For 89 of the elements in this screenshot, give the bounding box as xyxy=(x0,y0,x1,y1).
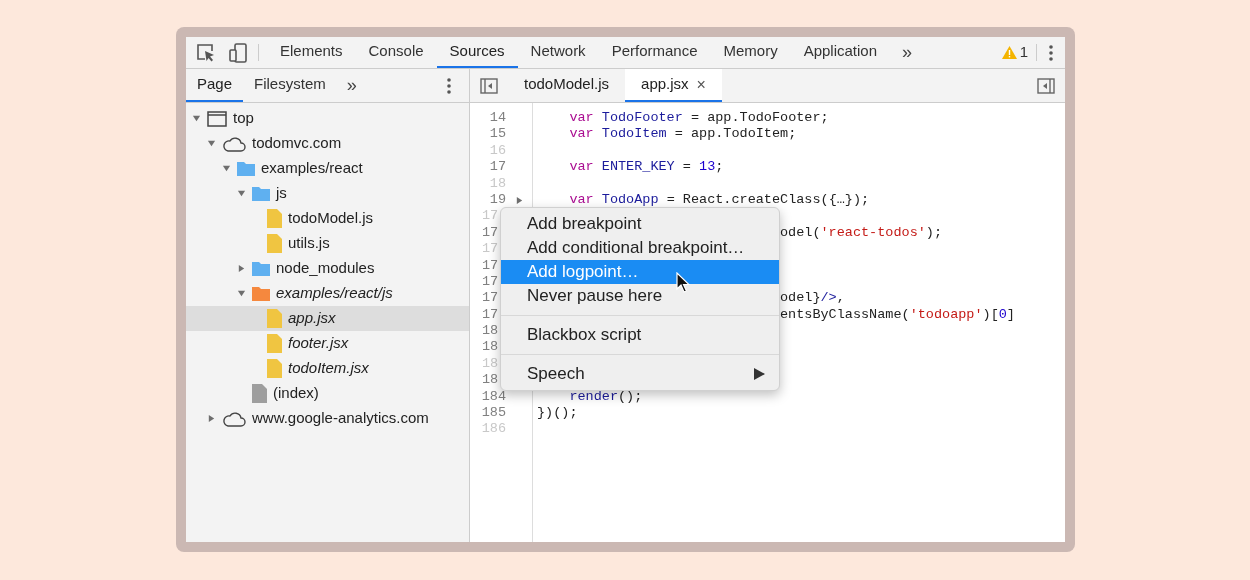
expand-arrow-icon[interactable] xyxy=(237,289,246,298)
expand-arrow-icon[interactable] xyxy=(222,164,231,173)
code-line: entsByClassName('todoapp')[0] xyxy=(780,306,1015,324)
code-line: })(); xyxy=(537,405,578,422)
inspect-icon[interactable] xyxy=(196,42,216,63)
expand-arrow-icon[interactable] xyxy=(207,414,216,423)
line-number: 17 xyxy=(482,290,499,307)
tree-label: top xyxy=(233,108,254,129)
panel-tab[interactable]: Console xyxy=(355,37,437,68)
tree-item[interactable]: todoItem.jsx xyxy=(186,356,469,381)
line-number: 18 xyxy=(482,372,499,389)
tree-item[interactable]: (index) xyxy=(186,381,469,406)
panel-tab[interactable]: Performance xyxy=(598,37,711,68)
tree-item[interactable]: js xyxy=(186,181,469,206)
line-number: 17 xyxy=(482,273,499,291)
tree-item[interactable]: www.google-analytics.com xyxy=(186,406,469,431)
tree-label: utils.js xyxy=(288,233,330,254)
code-line: odel}/>, xyxy=(780,290,845,307)
panel-tab[interactable]: Elements xyxy=(267,37,356,68)
menu-item[interactable]: Add conditional breakpoint… xyxy=(501,236,779,260)
expand-arrow-icon[interactable] xyxy=(207,139,216,148)
line-number: 17 xyxy=(482,257,499,274)
tree-label: examples/react/js xyxy=(276,283,393,304)
file-tab[interactable]: todoModel.js xyxy=(508,69,626,102)
tree-label: node_modules xyxy=(276,258,375,279)
code-line: var TodoApp = React.createClass({…}); xyxy=(568,191,870,209)
code-line: var ENTER_KEY = 13; xyxy=(568,159,724,176)
window-icon xyxy=(207,110,227,127)
code-line: var TodoFooter = app.TodoFooter; xyxy=(568,110,829,127)
cloud-icon xyxy=(222,135,246,152)
close-button[interactable]: × xyxy=(696,72,706,97)
line-number: 15 xyxy=(489,126,506,143)
tree-label: footer.jsx xyxy=(288,333,349,354)
tree-label: examples/react xyxy=(261,158,363,179)
line-number: 14 xyxy=(489,110,506,127)
line-number: 19 xyxy=(489,191,506,209)
code-line: render(); xyxy=(568,388,643,406)
line-number: 17 xyxy=(482,224,499,242)
tree-item[interactable]: examples/react xyxy=(186,156,469,181)
tab-label[interactable]: app.jsx xyxy=(641,73,689,96)
tree-label: www.google-analytics.com xyxy=(252,408,429,429)
line-number: 17 xyxy=(482,306,499,324)
tree-item[interactable]: examples/react/js xyxy=(186,281,469,306)
tree-label: todoItem.jsx xyxy=(288,358,369,379)
tree-item[interactable]: top xyxy=(186,106,469,131)
expand-arrow-icon[interactable] xyxy=(237,189,246,198)
panel-tab[interactable]: Application xyxy=(790,37,891,68)
expand-arrow-icon[interactable] xyxy=(192,114,201,123)
tree-item[interactable]: footer.jsx xyxy=(186,331,469,356)
line-number: 18 xyxy=(482,323,499,340)
more-tabs-button[interactable]: » xyxy=(336,69,367,102)
tree-label: js xyxy=(276,183,287,204)
tab-label[interactable]: todoModel.js xyxy=(524,73,610,96)
warning-count: 1 xyxy=(1019,42,1028,63)
menu-item[interactable]: Never pause here xyxy=(501,284,779,308)
expand-arrow-icon[interactable] xyxy=(237,264,246,273)
tree-item[interactable]: todoModel.js xyxy=(186,206,469,231)
line-number: 185 xyxy=(481,405,506,422)
submenu-arrow-icon xyxy=(754,368,765,380)
code-line: var TodoItem = app.TodoItem; xyxy=(568,126,797,143)
tree-item[interactable]: node_modules xyxy=(186,256,469,281)
tree-item[interactable]: app.jsx xyxy=(186,306,469,331)
panel-tab[interactable]: Memory xyxy=(710,37,791,68)
tree-label: todomvc.com xyxy=(252,133,342,154)
fold-arrow-icon[interactable] xyxy=(514,195,524,205)
tree-item[interactable]: todomvc.com xyxy=(186,131,469,156)
tree-item[interactable]: utils.js xyxy=(186,231,469,256)
sidebar-toggle-icon[interactable] xyxy=(1037,77,1055,94)
mouse-pointer-icon xyxy=(676,272,690,294)
line-number: 18 xyxy=(482,339,499,356)
line-number: 184 xyxy=(481,388,506,406)
menu-item[interactable]: Speech xyxy=(501,362,779,386)
cloud-icon xyxy=(222,410,246,427)
menu-item[interactable]: Blackbox script xyxy=(501,323,779,347)
line-number: 17 xyxy=(489,159,506,176)
code-line: odel('react-todos'); xyxy=(780,224,943,242)
tree-label: app.jsx xyxy=(288,308,336,329)
tree-label: (index) xyxy=(273,383,319,404)
navigator-tab[interactable]: Filesystem xyxy=(243,69,337,102)
sidebar-toggle-icon[interactable] xyxy=(480,77,498,94)
menu-item[interactable]: Add breakpoint xyxy=(501,212,779,236)
file-tab[interactable]: app.jsx × xyxy=(625,69,722,102)
panel-tab[interactable]: Network xyxy=(517,37,599,68)
tree-label: todoModel.js xyxy=(288,208,374,229)
navigator-tab[interactable]: Page xyxy=(186,69,244,102)
device-icon[interactable] xyxy=(228,42,248,63)
kebab-menu-icon[interactable] xyxy=(1049,44,1053,61)
more-tabs-button[interactable]: » xyxy=(890,37,925,68)
kebab-menu-icon[interactable] xyxy=(447,77,451,94)
